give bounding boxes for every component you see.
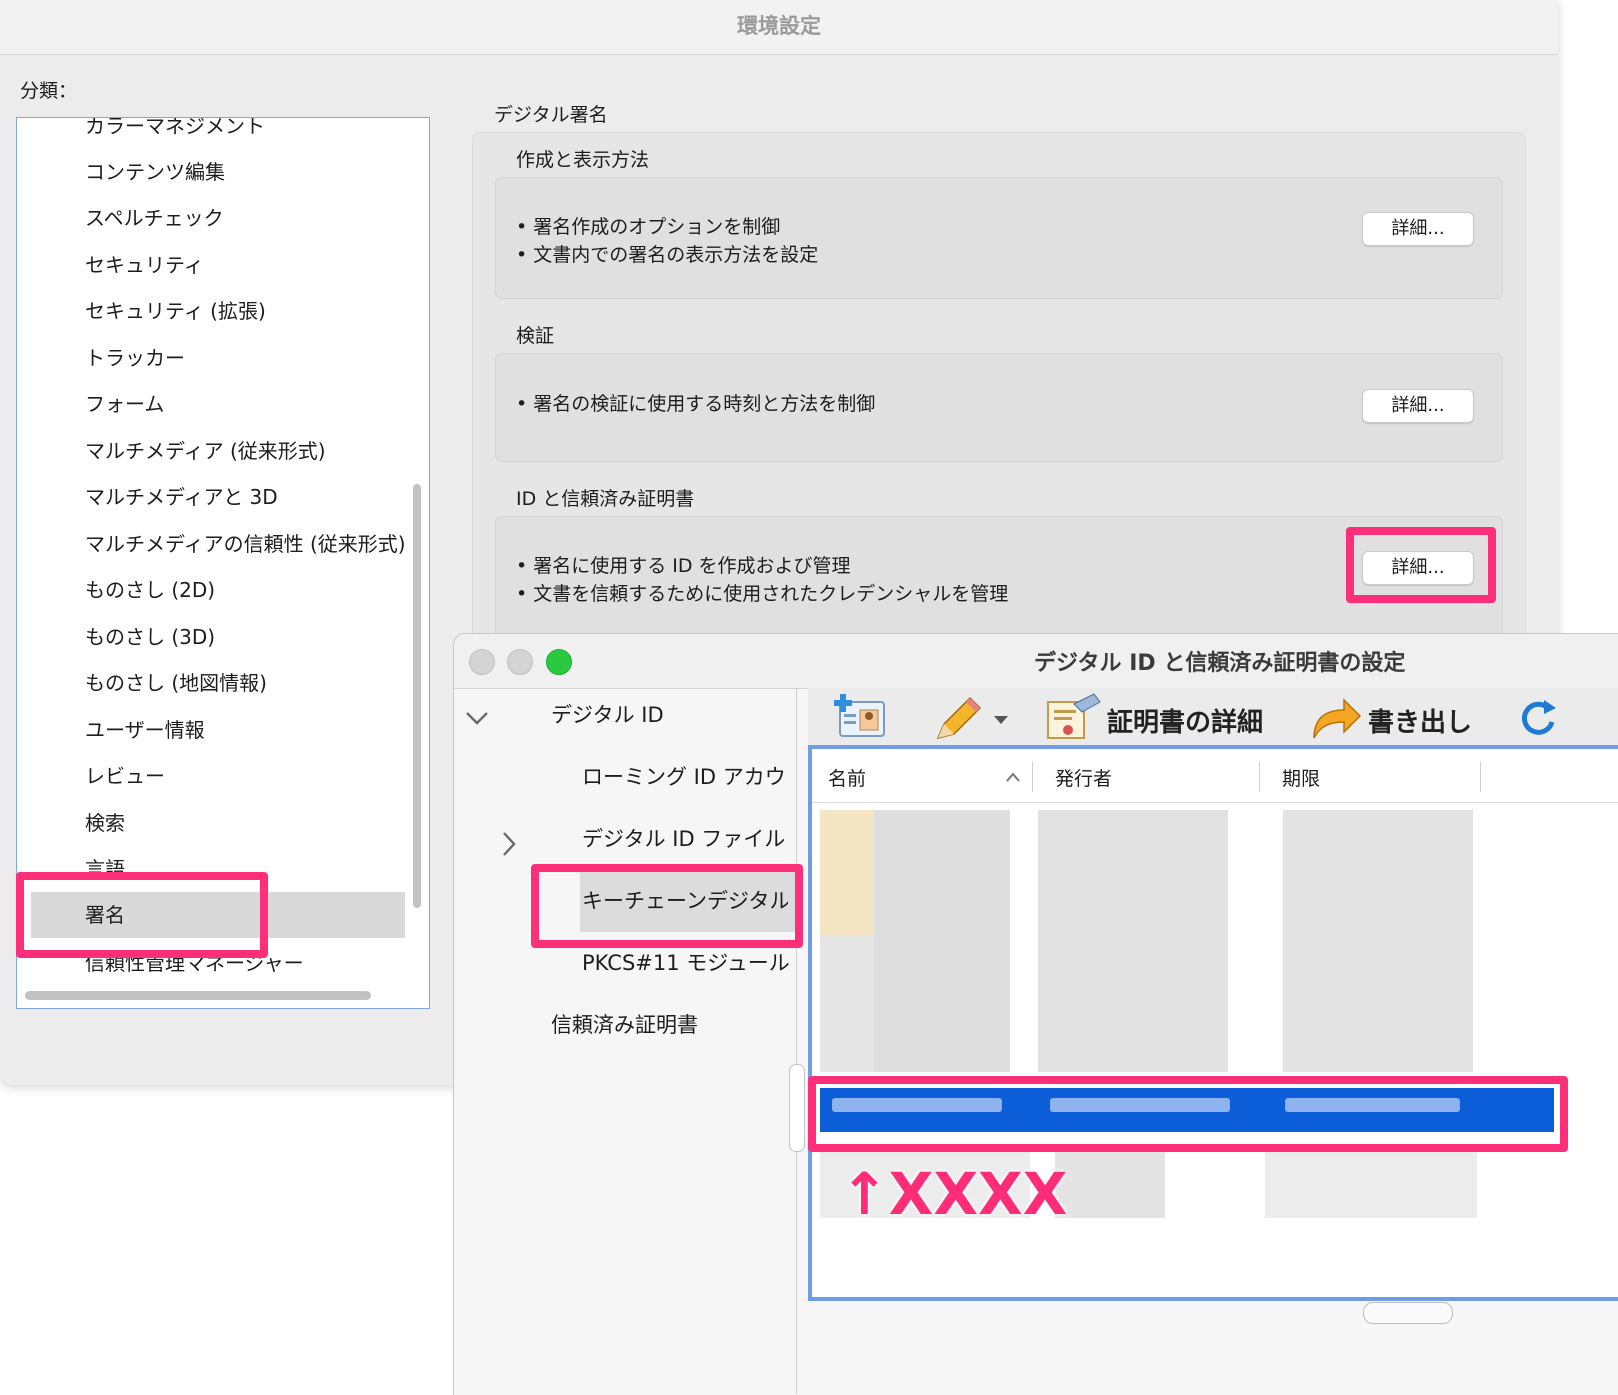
dialog-title: デジタル ID と信頼済み証明書の設定: [1034, 651, 1406, 676]
blurred-issuer-cells: [1038, 810, 1228, 1072]
category-item[interactable]: セキュリティ: [85, 243, 204, 287]
column-header-issuer[interactable]: 発行者: [1055, 764, 1112, 791]
category-item[interactable]: コンテンツ編集: [85, 150, 225, 194]
chevron-right-icon[interactable]: [499, 830, 519, 858]
category-item[interactable]: フォーム: [85, 382, 164, 426]
certificate-details-label[interactable]: 証明書の詳細: [1107, 702, 1263, 739]
verification-details-button[interactable]: 詳細...: [1362, 389, 1474, 423]
close-window-button[interactable]: [469, 649, 495, 675]
blurred-expiry-cells: [1283, 810, 1473, 1072]
blurred-expiry-cells: [1265, 1150, 1477, 1218]
export-arrow-icon[interactable]: [1310, 696, 1362, 740]
column-header-expires[interactable]: 期限: [1282, 764, 1320, 791]
category-item[interactable]: ユーザー情報: [85, 708, 205, 752]
window-title: 環境設定: [737, 14, 821, 38]
section-title-verification: 検証: [516, 325, 555, 347]
zoom-window-button[interactable]: [546, 649, 572, 675]
bullet-text: • 署名に使用する ID を作成および管理: [516, 555, 851, 577]
bullet-text: • 文書内での署名の表示方法を設定: [516, 244, 819, 266]
dropdown-arrow-icon[interactable]: [993, 714, 1009, 726]
signatures-heading: デジタル署名: [494, 104, 608, 126]
category-item[interactable]: 検索: [85, 801, 125, 845]
chevron-down-icon[interactable]: [464, 708, 490, 728]
column-separator: [1032, 762, 1033, 792]
column-header-name[interactable]: 名前: [828, 764, 866, 791]
tree-item-roaming[interactable]: ローミング ID アカウ: [582, 761, 786, 791]
creation-details-button[interactable]: 詳細...: [1362, 212, 1474, 246]
sidebar-divider: [796, 688, 797, 1394]
split-view-handle[interactable]: [789, 1064, 805, 1152]
category-item[interactable]: マルチメディア (従来形式): [85, 429, 326, 473]
annotation-arrow-label: ↑XXXX: [840, 1160, 1068, 1228]
category-label: 分類：: [20, 80, 78, 102]
bullet-text: • 文書を信頼するために使用されたクレデンシャルを管理: [516, 583, 1009, 605]
blurred-icon-cells: [820, 810, 874, 936]
column-separator: [1480, 762, 1481, 792]
blurred-issuer-cells: [1055, 1150, 1165, 1218]
sort-ascending-icon[interactable]: [1004, 770, 1022, 784]
category-item[interactable]: スペルチェック: [85, 196, 224, 240]
callout-signature-category: [16, 872, 268, 958]
category-horizontal-scrollbar[interactable]: [25, 991, 371, 1000]
category-item[interactable]: マルチメディアと 3D: [85, 475, 278, 519]
category-item[interactable]: ものさし (3D): [85, 615, 215, 659]
tree-item-digital-id[interactable]: デジタル ID: [551, 699, 664, 729]
bullet-text: • 署名の検証に使用する時刻と方法を制御: [516, 393, 876, 415]
section-title-identities: ID と信頼済み証明書: [516, 488, 695, 510]
category-item[interactable]: ものさし (地図情報): [85, 661, 267, 705]
category-item[interactable]: セキュリティ (拡張): [85, 289, 266, 333]
table-header-divider: [812, 802, 1618, 803]
category-item[interactable]: カラーマネジメント: [85, 118, 265, 148]
tree-item-pkcs11[interactable]: PKCS#11 モジュール: [582, 947, 790, 977]
callout-details-button: [1346, 527, 1496, 603]
certificate-icon[interactable]: [1044, 692, 1104, 742]
pencil-icon[interactable]: [930, 694, 986, 744]
refresh-icon[interactable]: [1518, 698, 1558, 738]
column-separator: [1259, 762, 1260, 792]
add-id-icon[interactable]: [834, 692, 888, 740]
tree-item-trusted-certs[interactable]: 信頼済み証明書: [551, 1009, 698, 1039]
minimize-window-button[interactable]: [507, 649, 533, 675]
tree-item-id-file[interactable]: デジタル ID ファイル: [582, 823, 785, 853]
callout-selected-row: [808, 1076, 1568, 1152]
category-item[interactable]: マルチメディアの信頼性 (従来形式): [85, 522, 406, 566]
category-item[interactable]: ものさし (2D): [85, 568, 215, 612]
export-label[interactable]: 書き出し: [1368, 702, 1472, 739]
blurred-name-cells: [874, 810, 1010, 1072]
category-item[interactable]: トラッカー: [85, 336, 185, 380]
callout-keychain-item: [531, 864, 803, 948]
table-resize-handle[interactable]: [1363, 1302, 1453, 1324]
category-vertical-scrollbar[interactable]: [413, 484, 421, 908]
category-item[interactable]: レビュー: [85, 754, 165, 798]
section-title-creation: 作成と表示方法: [516, 149, 650, 171]
bullet-text: • 署名作成のオプションを制御: [516, 216, 781, 238]
